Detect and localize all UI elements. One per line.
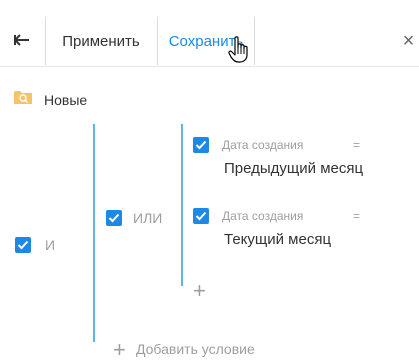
- close-button[interactable]: ×: [398, 17, 419, 65]
- apply-button[interactable]: Применить: [46, 17, 156, 65]
- condition-field[interactable]: Дата создания: [222, 209, 303, 223]
- root-group-line[interactable]: [93, 124, 95, 342]
- condition-checkbox[interactable]: [193, 208, 209, 224]
- toolbar: Применить Сохранить ×: [0, 0, 419, 82]
- condition-operator[interactable]: =: [353, 138, 360, 152]
- check-icon: [17, 240, 29, 250]
- check-icon: [195, 140, 207, 150]
- folder-name: Новые: [44, 92, 88, 108]
- condition-field[interactable]: Дата создания: [222, 138, 303, 152]
- nested-group-line[interactable]: [181, 124, 183, 286]
- hand-cursor-icon: [228, 36, 252, 69]
- apply-button-label: Применить: [62, 32, 140, 50]
- add-nested-condition-button[interactable]: +: [193, 280, 206, 302]
- root-group-checkbox[interactable]: [15, 237, 31, 253]
- condition-value[interactable]: Текущий месяц: [224, 231, 331, 248]
- folder-search-icon: [14, 90, 32, 110]
- toolbar-separator: [254, 17, 255, 65]
- toolbar-divider: [0, 66, 419, 67]
- arrow-left-icon: [13, 33, 31, 50]
- condition-checkbox[interactable]: [193, 137, 209, 153]
- back-button[interactable]: [0, 17, 44, 65]
- check-icon: [108, 213, 120, 223]
- root-group-operator[interactable]: И: [45, 237, 55, 253]
- condition-operator[interactable]: =: [353, 209, 360, 223]
- close-icon: ×: [402, 29, 415, 52]
- nested-group-checkbox[interactable]: [106, 210, 122, 226]
- check-icon: [195, 211, 207, 221]
- folder-header: Новые: [14, 89, 87, 111]
- add-condition-button[interactable]: Добавить условие: [136, 341, 255, 357]
- condition-value[interactable]: Предыдущий месяц: [224, 160, 363, 177]
- nested-group-operator[interactable]: ИЛИ: [133, 210, 162, 226]
- add-condition-plus-icon[interactable]: +: [113, 339, 126, 361]
